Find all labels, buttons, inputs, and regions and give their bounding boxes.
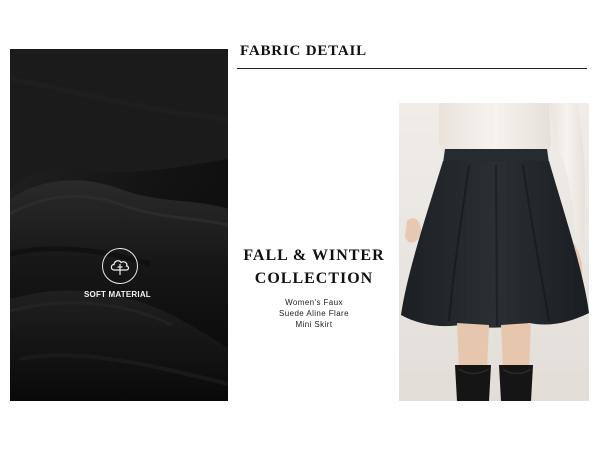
header-divider [237,68,587,69]
fabric-texture-graphic [10,49,228,401]
collection-heading-line2: COLLECTION [254,270,374,287]
model-photo [399,103,589,401]
fabric-detail-title: FABRIC DETAIL [240,43,367,59]
soft-material-badge [102,248,138,284]
model-figure-graphic [399,103,589,401]
product-description-line3: Mini Skirt [295,320,333,329]
soft-material-label: SOFT MATERIAL [84,290,151,299]
collection-heading-line1: FALL & WINTER [243,247,385,264]
product-description-line1: Women's Faux [285,298,343,307]
product-description: Women's Faux Suede Aline Flare Mini Skir… [252,297,376,330]
product-detail-page: SOFT MATERIAL FABRIC DETAIL FALL & WINTE… [0,0,600,450]
collection-heading: FALL & WINTER COLLECTION [232,244,396,290]
fabric-closeup-image: SOFT MATERIAL [10,49,228,401]
cloud-feather-icon [110,260,130,275]
product-description-line2: Suede Aline Flare [279,309,349,318]
